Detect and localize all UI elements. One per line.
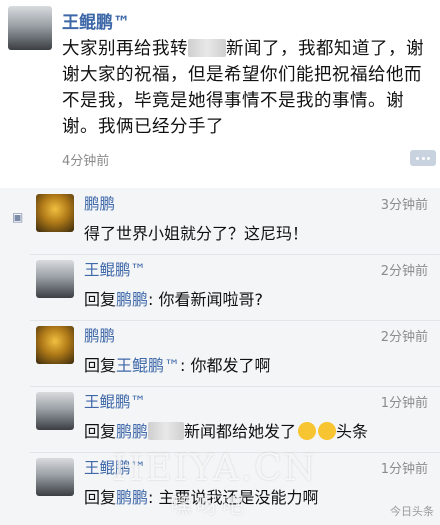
post-author[interactable]: 王鲲鹏™ — [62, 8, 130, 33]
comment-text: 得了世界小姐就分了？这尼玛！ — [84, 224, 309, 243]
reply-body: : 你看新闻啦哥? — [148, 290, 264, 309]
reply-body: : 你都发了啊 — [180, 356, 271, 375]
comment-item: 鹏鹏 2分钟前 回复王鲲鹏™: 你都发了啊 — [30, 320, 440, 387]
reply-prefix: 回复 — [84, 356, 117, 375]
redacted-blur — [148, 422, 185, 440]
comment-author[interactable]: 鹏鹏 — [84, 324, 115, 346]
mention-link[interactable]: 鹏鹏 — [116, 488, 148, 507]
comment-text: 回复鹏鹏: 你看新闻啦哥? — [84, 286, 263, 310]
mention-link[interactable]: 王鲲鹏™ — [116, 356, 180, 375]
comment-avatar[interactable] — [36, 326, 74, 364]
reply-tail: 头条 — [336, 422, 369, 441]
comment-icon: ▣ — [12, 210, 24, 224]
comment-item: 王鲲鹏™ 1分钟前 回复鹏鹏 新闻都给她发了 头条 — [30, 386, 440, 453]
post-time: 4分钟前 — [62, 154, 110, 169]
comment-author[interactable]: 王鲲鹏™ — [84, 390, 146, 412]
redacted-blur — [188, 39, 226, 57]
comment-time: 1分钟前 — [380, 462, 428, 477]
comment-avatar[interactable] — [36, 392, 74, 430]
comment-item: 王鲲鹏™ 2分钟前 回复鹏鹏: 你看新闻啦哥? — [30, 254, 440, 321]
comment-time: 2分钟前 — [380, 330, 428, 345]
comment-avatar[interactable] — [36, 194, 74, 232]
comment-item: 鹏鹏 3分钟前 得了世界小姐就分了？这尼玛！ — [30, 188, 440, 255]
comment-avatar[interactable] — [36, 458, 74, 496]
comment-text: 回复鹏鹏 新闻都给她发了 头条 — [84, 418, 368, 442]
laughing-emoji-icon — [318, 422, 337, 440]
post-text-part-1: 大家别再给我转 — [62, 39, 188, 59]
post-text: 大家别再给我转 新闻了，我都知道了，谢谢大家的祝福，但是希望你们能把祝福给他而不是… — [62, 36, 434, 140]
dot-icon — [421, 157, 425, 160]
dot-icon — [416, 157, 419, 160]
reply-prefix: 回复 — [84, 488, 117, 507]
laughing-emoji-icon — [298, 422, 317, 440]
more-options-button[interactable] — [410, 150, 436, 166]
comment-author[interactable]: 王鲲鹏™ — [84, 258, 146, 280]
reply-prefix: 回复 — [84, 290, 117, 309]
reply-prefix: 回复 — [84, 422, 117, 441]
post: 王鲲鹏™ 大家别再给我转 新闻了，我都知道了，谢谢大家的祝福，但是希望你们能把祝福… — [0, 0, 440, 180]
watermark-sub: 嘿呀吧 — [170, 494, 249, 519]
comment-time: 3分钟前 — [380, 198, 428, 213]
comment-time: 2分钟前 — [380, 264, 428, 279]
comment-text: 回复王鲲鹏™: 你都发了啊 — [84, 352, 271, 376]
mention-link[interactable]: 鹏鹏 — [116, 422, 148, 441]
author-avatar[interactable] — [8, 6, 52, 50]
comment-time: 1分钟前 — [380, 396, 428, 411]
comment-author[interactable]: 鹏鹏 — [84, 192, 115, 214]
mention-link[interactable]: 鹏鹏 — [116, 290, 148, 309]
reply-body: 新闻都给她发了 — [184, 422, 297, 441]
watermark: HEIYA.CN — [112, 448, 318, 489]
dot-icon — [427, 157, 430, 160]
comment-avatar[interactable] — [36, 260, 74, 298]
corner-watermark: 今日头条 — [390, 505, 434, 518]
